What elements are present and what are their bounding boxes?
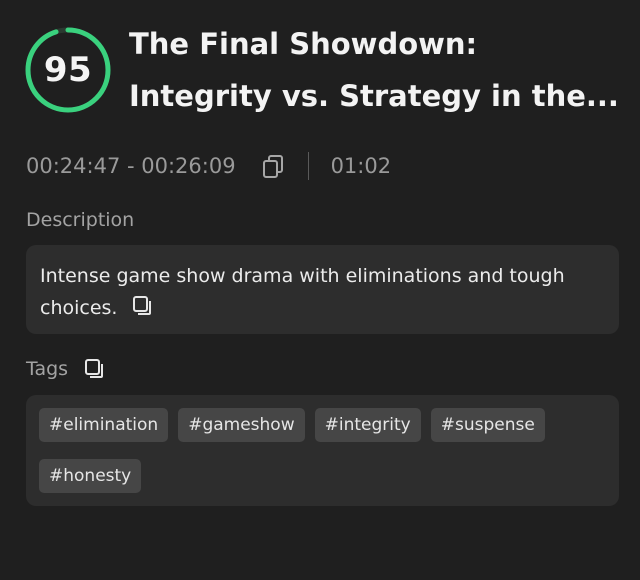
tag-list: #elimination #gameshow #integrity #suspe… [39,408,559,493]
description-text: Intense game show drama with elimination… [40,265,565,319]
tags-label-text: Tags [26,358,69,380]
tags-card: #elimination #gameshow #integrity #suspe… [26,395,619,506]
timing-divider [307,152,309,180]
copy-icon[interactable] [262,154,284,178]
tag-chip[interactable]: #elimination [39,408,169,442]
description-card: Intense game show drama with elimination… [26,245,619,334]
score-value: 95 [43,50,93,90]
copy-description-icon[interactable] [132,295,152,317]
clip-title-line-1: The Final Showdown: [129,27,478,61]
description-label: Description [26,209,134,231]
clip-title-line-2: Integrity vs. Strategy in the... [129,79,619,113]
duration: 01:02 [330,154,392,178]
tag-chip[interactable]: #honesty [39,459,142,493]
tag-chip[interactable]: #suspense [430,408,545,442]
clip-detail-panel: 95 The Final Showdown: Integrity vs. Str… [0,0,640,580]
description-label-text: Description [26,209,135,231]
time-range: 00:24:47 - 00:26:09 [26,154,236,178]
score-badge: 95 [24,26,112,114]
copy-tags-icon[interactable] [84,358,104,380]
clip-title: The Final Showdown: Integrity vs. Strate… [129,18,619,122]
tag-chip[interactable]: #integrity [314,408,421,442]
tags-label: Tags [26,358,104,380]
timing-row: 00:24:47 - 00:26:09 01:02 [26,150,391,182]
tag-chip[interactable]: #gameshow [178,408,305,442]
description-text-block: Intense game show drama with elimination… [40,260,605,324]
